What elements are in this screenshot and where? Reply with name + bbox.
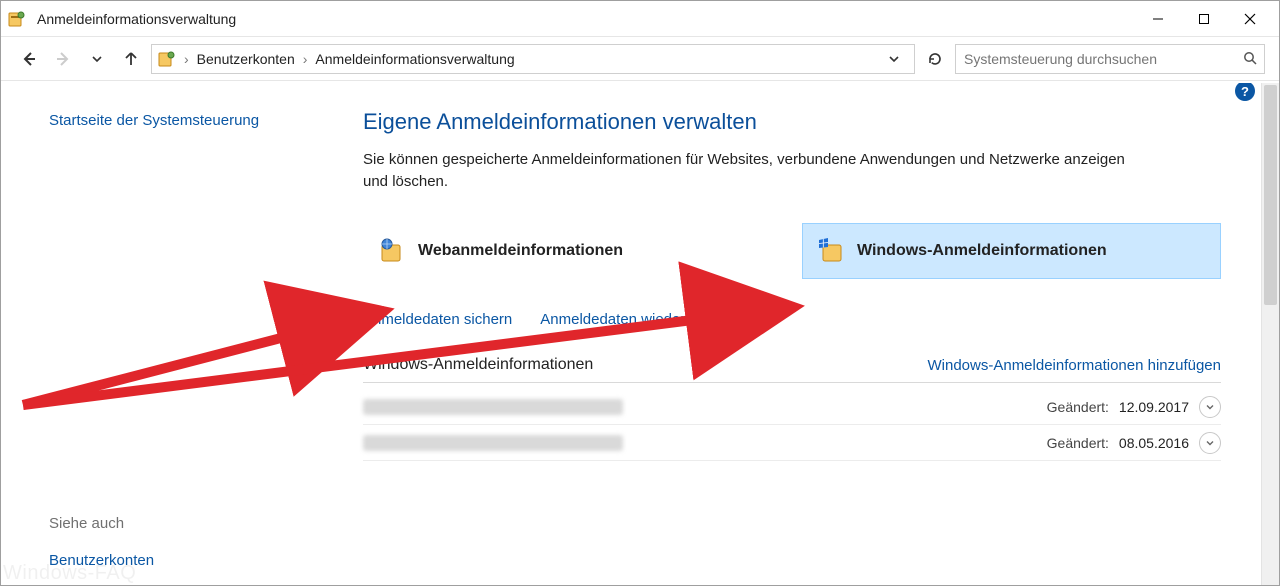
see-also-heading: Siehe auch <box>49 515 341 532</box>
changed-date: 12.09.2017 <box>1119 399 1189 415</box>
address-bar: › Benutzerkonten › Anmeldeinformationsve… <box>1 37 1279 81</box>
sidebar-home-link[interactable]: Startseite der Systemsteuerung <box>49 111 341 131</box>
backup-credentials-link[interactable]: Anmeldedaten sichern <box>363 311 512 328</box>
tab-web-label: Webanmeldeinformationen <box>418 242 623 260</box>
back-button[interactable] <box>15 45 43 73</box>
section-header: Windows-Anmeldeinformationen Windows-Anm… <box>363 356 1221 383</box>
web-credentials-icon <box>378 237 406 265</box>
restore-credentials-link[interactable]: Anmeldedaten wiederherstellen <box>540 311 750 328</box>
help-icon[interactable]: ? <box>1235 83 1255 101</box>
expand-button[interactable] <box>1199 396 1221 418</box>
scrollbar-thumb[interactable] <box>1264 85 1277 305</box>
chevron-right-icon: › <box>303 51 308 67</box>
page-title: Eigene Anmeldeinformationen verwalten <box>363 109 1221 135</box>
window-controls <box>1135 4 1273 34</box>
search-icon[interactable] <box>1243 51 1258 66</box>
backup-restore-links: Anmeldedaten sichern Anmeldedaten wieder… <box>363 311 1221 328</box>
watermark-text: Windows-FAQ <box>3 562 136 585</box>
credential-manager-app-icon <box>7 9 27 29</box>
breadcrumb-segment[interactable]: Anmeldeinformationsverwaltung <box>315 51 514 67</box>
window-title: Anmeldeinformationsverwaltung <box>37 11 236 27</box>
tab-windows-label: Windows-Anmeldeinformationen <box>857 242 1107 260</box>
add-windows-credential-link[interactable]: Windows-Anmeldeinformationen hinzufügen <box>928 357 1222 374</box>
search-input[interactable] <box>962 50 1239 68</box>
breadcrumb-root-icon <box>158 50 176 68</box>
vertical-scrollbar[interactable] <box>1261 83 1279 585</box>
credential-tabs: Webanmeldeinformationen Windows-Anmeldei… <box>363 223 1221 279</box>
titlebar: Anmeldeinformationsverwaltung <box>1 1 1279 37</box>
section-title: Windows-Anmeldeinformationen <box>363 356 593 374</box>
search-box[interactable] <box>955 44 1265 74</box>
content-area: Startseite der Systemsteuerung Siehe auc… <box>1 83 1279 585</box>
minimize-button[interactable] <box>1135 4 1181 34</box>
breadcrumb-path[interactable]: › Benutzerkonten › Anmeldeinformationsve… <box>151 44 915 74</box>
refresh-button[interactable] <box>921 45 949 73</box>
chevron-right-icon: › <box>184 51 189 67</box>
breadcrumb-dropdown-button[interactable] <box>880 45 908 73</box>
expand-button[interactable] <box>1199 432 1221 454</box>
tab-web-credentials[interactable]: Webanmeldeinformationen <box>363 223 782 279</box>
credential-name-blurred <box>363 435 623 451</box>
window-frame: Anmeldeinformationsverwaltung <box>0 0 1280 586</box>
main-panel: ? Eigene Anmeldeinformationen verwalten … <box>351 83 1261 585</box>
windows-credentials-icon <box>817 237 845 265</box>
changed-label: Geändert: <box>1047 399 1109 415</box>
tab-windows-credentials[interactable]: Windows-Anmeldeinformationen <box>802 223 1221 279</box>
forward-button[interactable] <box>49 45 77 73</box>
credential-row[interactable]: Geändert: 08.05.2016 <box>363 425 1221 461</box>
changed-date: 08.05.2016 <box>1119 435 1189 451</box>
maximize-button[interactable] <box>1181 4 1227 34</box>
up-button[interactable] <box>117 45 145 73</box>
recent-dropdown-button[interactable] <box>83 45 111 73</box>
sidebar: Startseite der Systemsteuerung Siehe auc… <box>1 83 351 585</box>
credential-row[interactable]: Geändert: 12.09.2017 <box>363 389 1221 425</box>
close-button[interactable] <box>1227 4 1273 34</box>
changed-label: Geändert: <box>1047 435 1109 451</box>
breadcrumb-segment[interactable]: Benutzerkonten <box>197 51 295 67</box>
credential-name-blurred <box>363 399 623 415</box>
page-description: Sie können gespeicherte Anmeldeinformati… <box>363 149 1143 193</box>
